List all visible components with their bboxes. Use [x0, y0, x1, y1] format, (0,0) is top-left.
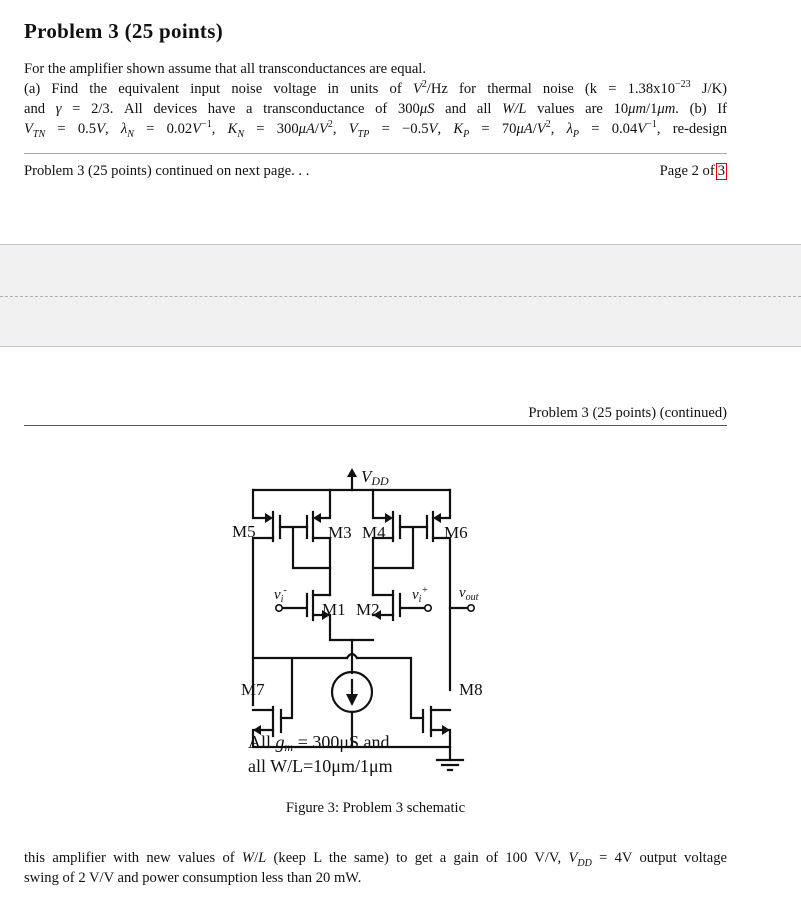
continuation-line-1: this amplifier with new values of W/L (k…	[24, 850, 727, 869]
page-break-separator	[0, 296, 801, 297]
m8-source	[429, 728, 452, 749]
m8-arrow-icon	[442, 725, 450, 735]
circuit-schematic: VDD M5 M3 M4 M6 M1 M2 M7 M8 vi- vi+ vout…	[232, 467, 483, 776]
label-m3: M3	[328, 523, 352, 542]
statement-line-4: VTN = 0.5V, λN = 0.02V−1, KN = 300μA/V2,…	[24, 119, 728, 140]
page-number: Page 2 of 3	[660, 163, 727, 180]
statement-line-3: and γ = 2/3. All devices have a transcon…	[24, 101, 728, 117]
m6-arrow-icon	[433, 513, 441, 523]
label-vout: vout	[459, 585, 479, 603]
note-line-2: all W/L=10μm/1μm	[248, 756, 393, 776]
vi-plus-terminal	[424, 604, 433, 613]
current-arrow-icon	[346, 694, 358, 706]
page-total-link[interactable]: 3	[715, 163, 727, 180]
m3-arrow-icon	[313, 513, 321, 523]
page-label: Page 2 of	[659, 163, 715, 179]
m4-arrow-icon	[385, 513, 393, 523]
continuation-text: this amplifier with new values of W/L (k…	[24, 848, 727, 888]
bias-line	[251, 656, 425, 720]
label-m5: M5	[232, 522, 256, 541]
label-m7: M7	[241, 680, 265, 699]
m4-drain	[371, 536, 395, 597]
m6-drain	[431, 536, 452, 692]
continued-header: Problem 3 (25 points) (continued)	[528, 405, 727, 421]
statement-line-1: For the amplifier shown assume that all …	[24, 61, 427, 77]
label-m2: M2	[356, 600, 380, 619]
m1-gate	[280, 592, 309, 618]
m3-drain	[311, 536, 332, 597]
page-gap	[0, 244, 801, 347]
label-vi-plus: vi+	[412, 585, 428, 605]
label-m4: M4	[362, 523, 386, 542]
vout-terminal	[467, 604, 476, 613]
vi-minus-terminal	[274, 604, 283, 613]
m5-arrow-icon	[265, 513, 273, 523]
label-m1: M1	[322, 600, 346, 619]
label-vi-minus: vi-	[274, 585, 287, 605]
problem-statement: For the amplifier shown assume that all …	[24, 59, 727, 139]
label-m8: M8	[459, 680, 483, 699]
footer-continued-note: Problem 3 (25 points) continued on next …	[24, 163, 310, 179]
footer-rule	[24, 153, 727, 154]
ground-icon	[435, 758, 465, 772]
statement-line-2: (a) Find the equivalent input noise volt…	[24, 79, 727, 97]
note-line-1: All gm = 300μS and	[248, 732, 390, 754]
continuation-line-2: swing of 2 V/V and power consumption les…	[24, 870, 362, 886]
problem-title: Problem 3 (25 points)	[24, 19, 223, 43]
m5-m3-gate-tie	[278, 525, 332, 570]
label-vdd: VDD	[361, 467, 389, 488]
header-rule	[24, 425, 727, 426]
label-m6: M6	[444, 523, 468, 542]
vdd-arrow-icon	[347, 468, 357, 477]
figure-caption: Figure 3: Problem 3 schematic	[285, 800, 466, 816]
